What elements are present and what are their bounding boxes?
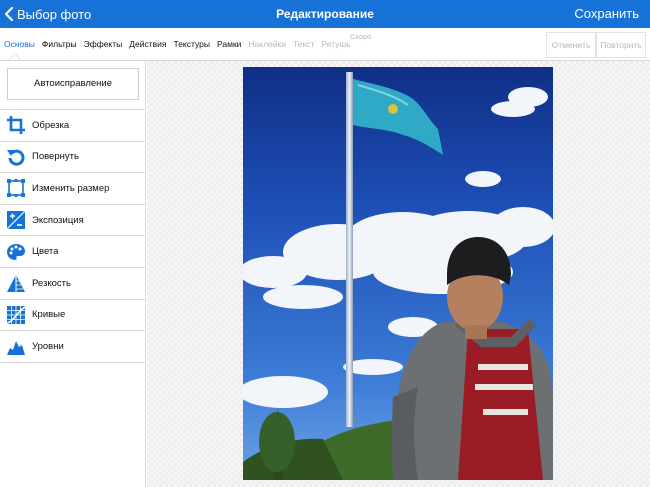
tab-textures[interactable]: Текстуры: [173, 39, 210, 49]
tool-label: Экспозиция: [32, 214, 84, 226]
tool-resize[interactable]: Изменить размер: [0, 173, 145, 205]
tab-actions[interactable]: Действия: [129, 39, 166, 49]
photo-preview[interactable]: [243, 67, 553, 480]
active-tab-pointer: [9, 53, 21, 60]
editing-canvas: [147, 61, 650, 487]
undo-button[interactable]: Отменить: [546, 32, 596, 58]
back-button[interactable]: Выбор фото: [4, 0, 91, 28]
top-navbar: Выбор фото Редактирование Сохранить: [0, 0, 650, 28]
category-tabs: Основы Фильтры Эффекты Действия Текстуры…: [0, 28, 354, 60]
tool-curves[interactable]: Кривые: [0, 300, 145, 332]
tool-colors[interactable]: Цвета: [0, 236, 145, 268]
tab-frames[interactable]: Рамки: [217, 39, 241, 49]
tab-effects[interactable]: Эффекты: [84, 39, 123, 49]
tool-label: Резкость: [32, 277, 71, 289]
tab-text[interactable]: Текст: [293, 39, 314, 49]
tool-exposure[interactable]: Экспозиция: [0, 205, 145, 237]
page-title: Редактирование: [276, 7, 374, 21]
tool-label: Уровни: [32, 340, 64, 352]
tool-rotate[interactable]: Повернуть: [0, 142, 145, 174]
category-toolbar: Основы Фильтры Эффекты Действия Текстуры…: [0, 28, 650, 61]
tool-label: Цвета: [32, 246, 59, 258]
coming-soon-label: Скоро: [350, 32, 372, 41]
tool-crop[interactable]: Обрезка: [0, 110, 145, 142]
exposure-icon: [6, 210, 26, 230]
back-button-label: Выбор фото: [17, 6, 92, 22]
tab-basics[interactable]: Основы: [4, 39, 35, 49]
auto-fix-section: Автоисправление: [0, 61, 145, 110]
curves-icon: [6, 305, 26, 325]
levels-icon: [6, 336, 26, 356]
tool-levels[interactable]: Уровни: [0, 331, 145, 363]
palette-icon: [6, 242, 26, 262]
resize-icon: [6, 178, 26, 198]
tab-retouch[interactable]: Ретушь: [321, 39, 350, 49]
sharpness-icon: [6, 273, 26, 293]
tool-label: Повернуть: [32, 151, 79, 163]
crop-icon: [6, 115, 26, 135]
chevron-left-icon: [4, 7, 14, 21]
save-button[interactable]: Сохранить: [574, 0, 639, 28]
tool-sharpness[interactable]: Резкость: [0, 268, 145, 300]
tool-label: Обрезка: [32, 119, 70, 131]
tab-filters[interactable]: Фильтры: [42, 39, 77, 49]
redo-button[interactable]: Повторить: [596, 32, 646, 58]
rotate-icon: [6, 147, 26, 167]
tools-sidebar: Автоисправление Обрезка Повернуть Измени…: [0, 61, 146, 487]
tool-label: Кривые: [32, 309, 66, 321]
tab-stickers[interactable]: Наклейки: [248, 39, 286, 49]
auto-fix-button[interactable]: Автоисправление: [7, 68, 139, 100]
tool-label: Изменить размер: [32, 182, 110, 194]
